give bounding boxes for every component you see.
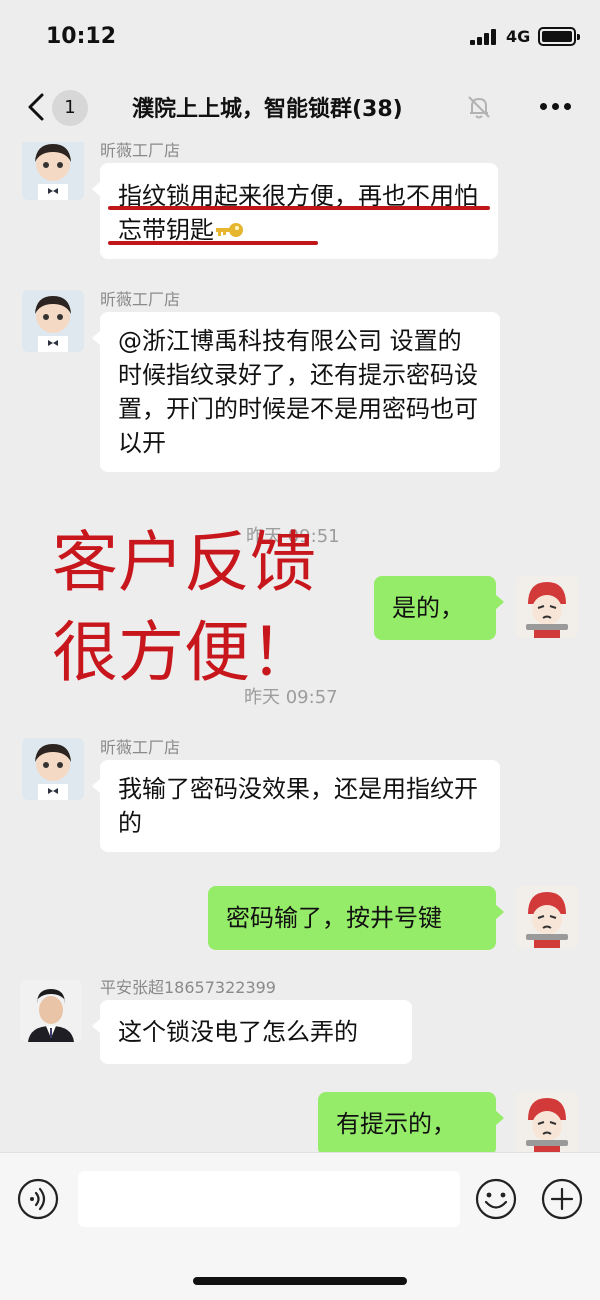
avatar[interactable] bbox=[20, 980, 82, 1042]
avatar[interactable] bbox=[22, 738, 84, 800]
voice-icon[interactable] bbox=[16, 1177, 60, 1221]
input-bar bbox=[0, 1152, 600, 1300]
message-bubble[interactable]: 这个锁没电了怎么弄的 bbox=[92, 1000, 412, 1064]
message-bubble[interactable]: 是的， bbox=[374, 576, 504, 640]
chat-area[interactable]: 昕薇工厂店 指纹锁用起来很方便，再也不用怕忘带钥匙 昕薇工厂店 @浙江博禹科技有… bbox=[0, 142, 600, 1152]
overlay-line-2: 很方便！ bbox=[52, 614, 316, 691]
avatar[interactable] bbox=[22, 290, 84, 352]
sender-name: 平安张超18657322399 bbox=[100, 978, 276, 997]
message-text: 有提示的， bbox=[336, 1110, 456, 1138]
network-type: 4G bbox=[506, 27, 531, 46]
chevron-left-icon[interactable] bbox=[26, 92, 46, 122]
key-icon bbox=[216, 223, 243, 237]
chat-title: 濮院上上城，智能锁群(38) bbox=[132, 97, 403, 122]
message-text: 这个锁没电了怎么弄的 bbox=[118, 1018, 358, 1046]
avatar[interactable] bbox=[516, 1092, 578, 1152]
avatar[interactable] bbox=[516, 886, 578, 948]
message-bubble[interactable]: 密码输了，按井号键 bbox=[208, 886, 504, 950]
plus-icon[interactable] bbox=[540, 1177, 584, 1221]
feedback-overlay: 客户反馈 很方便！ bbox=[52, 518, 316, 698]
bell-off-icon bbox=[468, 96, 490, 119]
message-text: 指纹锁用起来很方便，再也不用怕忘带钥匙 bbox=[118, 182, 478, 244]
overlay-line-1: 客户反馈 bbox=[52, 524, 316, 601]
battery-icon bbox=[538, 27, 580, 46]
status-bar: 10:12 4G bbox=[0, 0, 600, 70]
signal-icon bbox=[470, 29, 498, 45]
smiley-icon[interactable] bbox=[474, 1177, 518, 1221]
status-time: 10:12 bbox=[46, 24, 117, 49]
more-dots-icon[interactable] bbox=[540, 103, 572, 111]
annotation-underline bbox=[108, 241, 318, 245]
sender-name: 昕薇工厂店 bbox=[100, 738, 181, 757]
message-input[interactable] bbox=[78, 1171, 460, 1227]
home-indicator[interactable] bbox=[193, 1277, 407, 1285]
message-text: @浙江博禹科技有限公司 设置的时候指纹录好了，还有提示密码设置，开门的时候是不是… bbox=[118, 327, 478, 457]
sender-name: 昕薇工厂店 bbox=[100, 142, 181, 160]
message-bubble[interactable]: 我输了密码没效果，还是用指纹开的 bbox=[92, 760, 500, 852]
message-text: 是的， bbox=[392, 594, 464, 622]
message-text: 我输了密码没效果，还是用指纹开的 bbox=[118, 775, 478, 837]
avatar[interactable] bbox=[22, 142, 84, 200]
sender-name: 昕薇工厂店 bbox=[100, 290, 181, 309]
avatar[interactable] bbox=[516, 576, 578, 638]
message-text: 密码输了，按井号键 bbox=[226, 904, 442, 932]
chat-header: 1 濮院上上城，智能锁群(38) bbox=[0, 70, 600, 142]
message-bubble[interactable]: 有提示的， bbox=[318, 1092, 504, 1152]
unread-badge[interactable]: 1 bbox=[52, 90, 88, 126]
annotation-underline bbox=[108, 206, 490, 210]
message-bubble[interactable]: @浙江博禹科技有限公司 设置的时候指纹录好了，还有提示密码设置，开门的时候是不是… bbox=[92, 312, 500, 472]
